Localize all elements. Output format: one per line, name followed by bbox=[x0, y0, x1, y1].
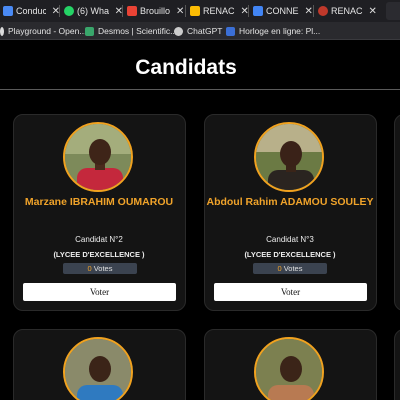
candidate-name: Marzane IBRAHIM OUMAROU bbox=[24, 196, 174, 208]
document-icon bbox=[3, 6, 13, 16]
close-icon[interactable]: ✕ bbox=[305, 6, 313, 17]
clock-icon bbox=[226, 26, 235, 36]
new-tab-button[interactable] bbox=[386, 2, 400, 20]
drive-icon bbox=[190, 6, 200, 16]
browser-tab[interactable]: (6) Wha ✕ bbox=[61, 2, 123, 20]
browser-tab[interactable]: Brouillo ✕ bbox=[124, 2, 186, 20]
browser-tab-strip: Conduct ✕ (6) Wha ✕ Brouillo ✕ RENAC ✕ C… bbox=[0, 0, 400, 22]
vote-button[interactable]: Voter bbox=[23, 283, 176, 301]
bookmark-desmos[interactable]: Desmos | Scientific... bbox=[85, 25, 177, 37]
tab-separator bbox=[248, 5, 249, 17]
close-icon[interactable]: ✕ bbox=[369, 6, 377, 17]
close-icon[interactable]: ✕ bbox=[176, 6, 184, 17]
votes-badge: 0 Votes bbox=[63, 263, 137, 274]
vote-button[interactable]: Voter bbox=[214, 283, 367, 301]
gmail-icon bbox=[127, 6, 137, 16]
browser-tab[interactable]: RENAC ✕ bbox=[187, 2, 249, 20]
candidate-card-partial bbox=[394, 114, 400, 311]
bookmark-chatgpt[interactable]: ChatGPT bbox=[174, 25, 222, 37]
tab-title: RENAC bbox=[203, 6, 235, 16]
votes-label: Votes bbox=[93, 264, 113, 273]
candidate-photo bbox=[254, 122, 324, 192]
tab-title: (6) Wha bbox=[77, 6, 109, 16]
votes-label: Votes bbox=[283, 264, 303, 273]
page-content: Candidats Marzane IBRAHIM OUMAROU Candid… bbox=[0, 41, 400, 400]
tab-title: Brouillo bbox=[140, 6, 171, 16]
candidate-number: Candidat N°2 bbox=[75, 235, 123, 244]
title-divider bbox=[0, 89, 400, 90]
page-title: Candidats bbox=[135, 56, 237, 79]
candidate-photo bbox=[254, 337, 324, 400]
bookmark-label: Horloge en ligne: Pl... bbox=[239, 26, 321, 36]
candidate-photo bbox=[63, 122, 133, 192]
candidate-number: Candidat N°3 bbox=[266, 235, 314, 244]
tab-separator bbox=[185, 5, 186, 17]
globe-icon bbox=[318, 6, 328, 16]
tab-separator bbox=[122, 5, 123, 17]
bookmarks-bar: Playground - Open... Desmos | Scientific… bbox=[0, 22, 400, 40]
votes-count: 0 bbox=[87, 264, 92, 273]
tab-separator bbox=[59, 5, 60, 17]
openai-icon bbox=[0, 26, 4, 36]
chatgpt-icon bbox=[174, 26, 183, 36]
candidate-portrait bbox=[65, 339, 131, 400]
bookmark-playground[interactable]: Playground - Open... bbox=[0, 25, 86, 37]
tab-title: Conduct bbox=[16, 6, 46, 16]
candidate-portrait bbox=[256, 339, 322, 400]
candidate-photo bbox=[63, 337, 133, 400]
bookmark-label: Desmos | Scientific... bbox=[98, 26, 178, 36]
candidate-card-partial bbox=[394, 329, 400, 400]
browser-tab[interactable]: CONNE ✕ bbox=[250, 2, 314, 20]
votes-badge: 0 Votes bbox=[253, 263, 327, 274]
tab-title: RENAC bbox=[331, 6, 363, 16]
votes-count: 0 bbox=[277, 264, 282, 273]
bookmark-label: ChatGPT bbox=[187, 26, 223, 36]
browser-tab[interactable]: RENAC ✕ bbox=[315, 2, 379, 20]
whatsapp-icon bbox=[64, 6, 74, 16]
desmos-icon bbox=[85, 26, 94, 36]
tab-title: CONNE bbox=[266, 6, 299, 16]
candidate-school: (LYCEE D'EXCELLENCE ) bbox=[53, 250, 145, 259]
bookmark-label: Playground - Open... bbox=[8, 26, 87, 36]
bookmark-horloge[interactable]: Horloge en ligne: Pl... bbox=[226, 25, 320, 37]
tab-separator bbox=[313, 5, 314, 17]
browser-tab[interactable]: Conduct ✕ bbox=[0, 2, 60, 20]
document-icon bbox=[253, 6, 263, 16]
candidate-school: (LYCEE D'EXCELLENCE ) bbox=[244, 250, 336, 259]
candidate-name: Abdoul Rahim ADAMOU SOULEY bbox=[206, 196, 374, 208]
